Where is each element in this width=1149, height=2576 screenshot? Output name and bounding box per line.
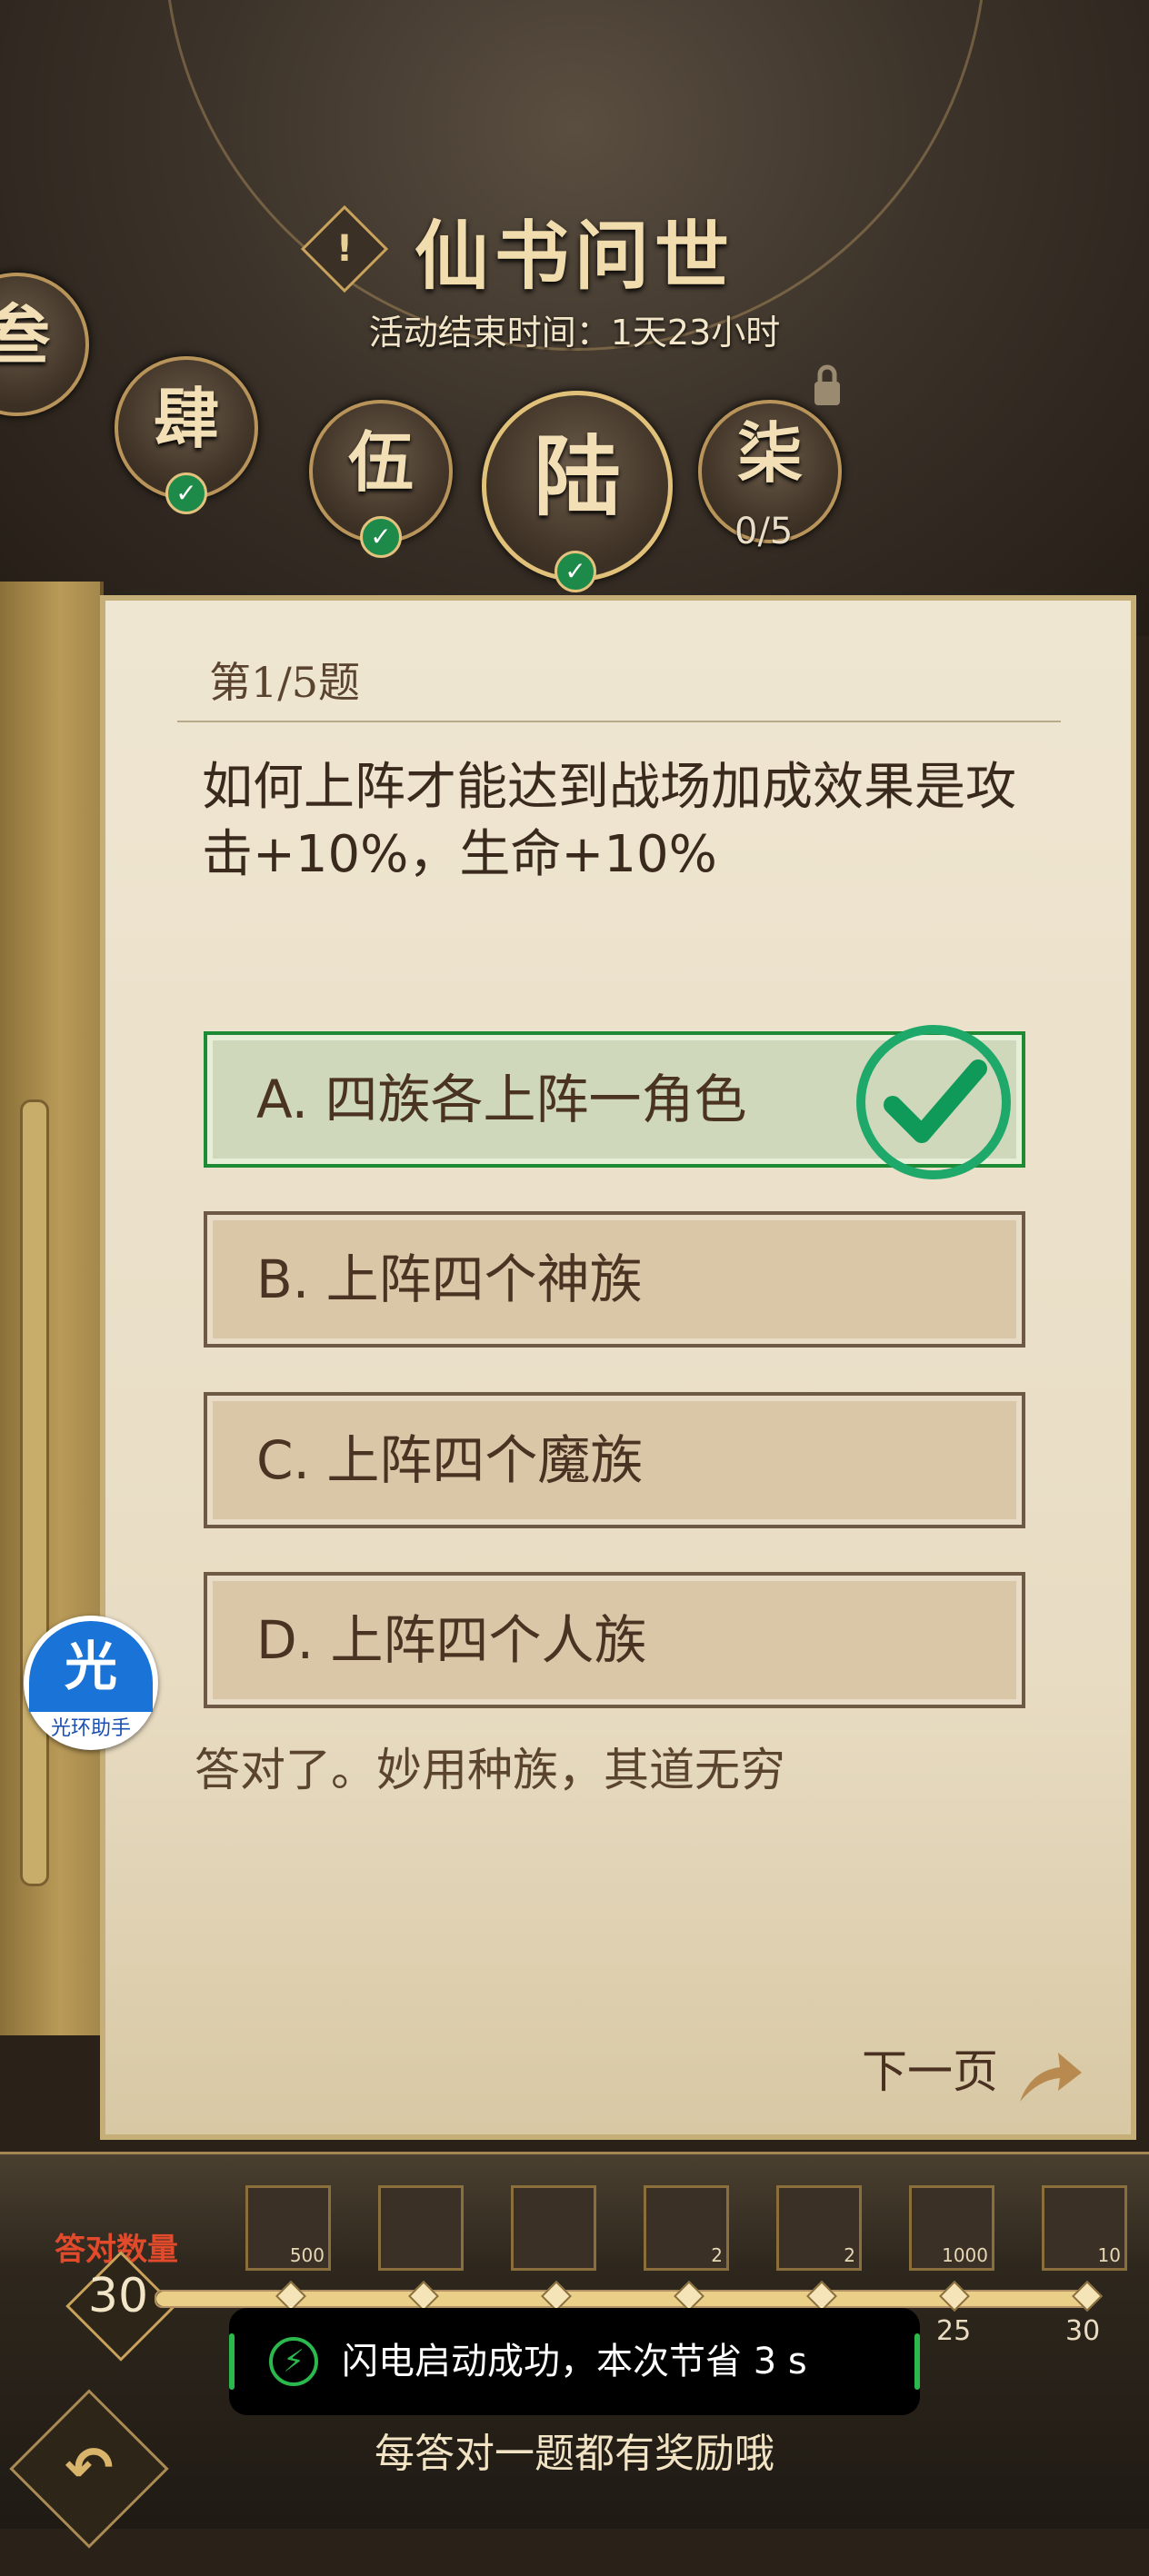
event-end-time: 活动结束时间：1天23小时	[368, 313, 781, 353]
toast-text: 闪电启动成功，本次节省 3 s	[342, 2341, 807, 2382]
left-side-frame	[0, 582, 104, 2035]
option-b[interactable]: B. 上阵四个神族	[204, 1211, 1025, 1348]
reward-hint: 每答对一题都有奖励哦	[375, 2431, 774, 2477]
guanghuan-helper-button[interactable]: 光 光环助手	[24, 1616, 158, 1750]
divider	[177, 721, 1061, 722]
tick-label-25: 25	[936, 2315, 972, 2347]
helper-label: 光环助手	[50, 1717, 131, 1740]
tick-label-30: 30	[1065, 2315, 1101, 2347]
reward-chest-icon[interactable]	[511, 2185, 596, 2271]
correct-check-icon	[856, 1025, 1011, 1179]
reward-chest-icon[interactable]: 2	[776, 2185, 862, 2271]
lightning-icon: ⚡	[269, 2337, 318, 2386]
helper-logo-icon: 光	[29, 1621, 153, 1712]
option-c[interactable]: C. 上阵四个魔族	[204, 1392, 1025, 1528]
check-icon: ✓	[360, 516, 402, 558]
lock-icon	[814, 364, 840, 405]
answer-feedback: 答对了。妙用种族，其道无穷	[195, 1744, 785, 1796]
page-title: 仙书问世	[414, 213, 734, 300]
reward-scroll-icon[interactable]: 500	[245, 2185, 331, 2271]
check-icon: ✓	[555, 551, 596, 592]
arrow-up-right-icon	[1019, 2053, 1082, 2102]
option-d[interactable]: D. 上阵四个人族	[204, 1572, 1025, 1708]
chapter-7-progress: 0/5	[734, 511, 794, 552]
check-icon: ✓	[165, 472, 207, 514]
reward-chest-icon[interactable]	[378, 2185, 464, 2271]
correct-count-value: 30	[87, 2269, 149, 2323]
question-number: 第1/5题	[209, 658, 361, 707]
reward-chest-icon[interactable]: 2	[644, 2185, 729, 2271]
reward-dragon-icon[interactable]: 10	[1042, 2185, 1127, 2271]
next-page-button[interactable]: 下一页	[862, 2035, 1085, 2107]
reward-scroll-icon[interactable]: 1000	[909, 2185, 994, 2271]
question-text: 如何上阵才能达到战场加成效果是攻击+10%，生命+10%	[202, 758, 1016, 884]
toast-notification: ⚡ 闪电启动成功，本次节省 3 s	[229, 2308, 920, 2415]
next-page-label: 下一页	[862, 2045, 998, 2098]
